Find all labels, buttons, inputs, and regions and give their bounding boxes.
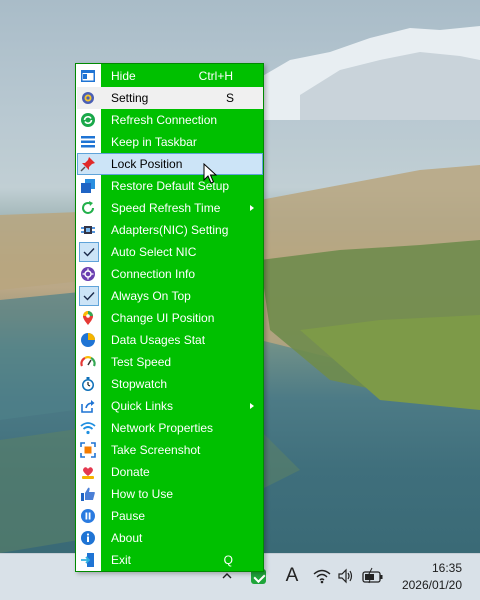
menu-item-label: Speed Refresh Time <box>111 201 221 215</box>
menu-item-label: Always On Top <box>111 289 191 303</box>
menu-item-about[interactable]: About <box>76 527 263 549</box>
menu-item-label: Data Usages Stat <box>111 333 206 347</box>
menu-item-label: Adapters(NIC) Setting <box>111 223 229 237</box>
window-icon <box>81 70 95 82</box>
network-adapter-icon <box>81 226 95 234</box>
info-icon <box>81 531 95 545</box>
menu-item-quick-links[interactable]: Quick Links <box>76 395 263 417</box>
context-menu: Hide Ctrl+H Setting S Refresh Connection… <box>75 63 264 572</box>
check-icon <box>79 242 99 262</box>
menu-item-take-screenshot[interactable]: Take Screenshot <box>76 439 263 461</box>
menu-item-label: Test Speed <box>111 355 172 369</box>
system-clock[interactable]: 16:35 2026/01/20 <box>402 560 462 594</box>
mouse-cursor-icon <box>203 163 217 184</box>
menu-item-test-speed[interactable]: Test Speed <box>76 351 263 373</box>
check-icon <box>79 286 99 306</box>
menu-item-adapters-nic-setting[interactable]: Adapters(NIC) Setting <box>76 219 263 241</box>
menu-item-label: Hide <box>111 69 136 83</box>
wifi-icon <box>80 422 96 435</box>
menu-item-label: Network Properties <box>111 421 214 435</box>
menu-item-connection-info[interactable]: Connection Info <box>76 263 263 285</box>
menu-item-setting[interactable]: Setting S <box>77 87 263 109</box>
menu-item-shortcut: S <box>225 91 234 105</box>
volume-icon[interactable] <box>337 568 355 584</box>
menu-item-exit[interactable]: Exit Q <box>76 549 263 571</box>
submenu-arrow-icon <box>250 205 254 211</box>
clock-time: 16:35 <box>431 561 462 575</box>
clock-date: 2026/01/20 <box>401 578 462 592</box>
battery-icon[interactable] <box>361 567 385 585</box>
donate-heart-icon <box>82 467 94 479</box>
exit-icon <box>81 553 94 567</box>
menu-item-label: Exit <box>111 553 132 567</box>
thumbs-up-icon <box>81 487 95 501</box>
menu-item-label: Lock Position <box>111 157 183 171</box>
menu-item-label: Keep in Taskbar <box>111 135 197 149</box>
screenshot-icon <box>80 442 96 458</box>
wifi-icon[interactable] <box>313 568 331 584</box>
connection-info-icon <box>81 267 95 281</box>
ime-indicator[interactable]: A <box>282 564 302 588</box>
menu-item-label: Connection Info <box>111 267 196 281</box>
menu-item-how-to-use[interactable]: How to Use <box>76 483 263 505</box>
menu-item-network-properties[interactable]: Network Properties <box>76 417 263 439</box>
menu-item-refresh-connection[interactable]: Refresh Connection <box>76 109 263 131</box>
refresh-icon <box>81 113 95 127</box>
menu-item-label: Refresh Connection <box>111 113 218 127</box>
location-icon <box>83 311 93 325</box>
menu-item-label: Auto Select NIC <box>111 245 197 259</box>
stopwatch-icon <box>82 377 94 391</box>
menu-item-auto-select-nic[interactable]: Auto Select NIC <box>76 241 263 263</box>
menu-item-speed-refresh-time[interactable]: Speed Refresh Time <box>76 197 263 219</box>
menu-item-always-on-top[interactable]: Always On Top <box>76 285 263 307</box>
menu-item-label: Take Screenshot <box>111 443 201 457</box>
share-icon <box>81 400 95 413</box>
pie-chart-icon <box>81 333 95 347</box>
pin-icon <box>80 157 95 172</box>
menu-item-shortcut: Ctrl+H <box>198 69 233 83</box>
menu-item-change-ui-position[interactable]: Change UI Position <box>76 307 263 329</box>
menu-item-label: Donate <box>111 465 150 479</box>
menu-item-data-usages-stat[interactable]: Data Usages Stat <box>76 329 263 351</box>
speedometer-icon <box>80 356 96 367</box>
menu-item-label: About <box>111 531 143 545</box>
menu-item-label: How to Use <box>111 487 174 501</box>
menu-item-restore-default-setup[interactable]: Restore Default Setup <box>76 175 263 197</box>
menu-item-hide[interactable]: Hide Ctrl+H <box>76 65 263 87</box>
menu-item-label: Pause <box>111 509 146 523</box>
menu-item-stopwatch[interactable]: Stopwatch <box>76 373 263 395</box>
timer-refresh-icon <box>82 201 94 214</box>
menu-item-donate[interactable]: Donate <box>76 461 263 483</box>
menu-item-label: Quick Links <box>111 399 174 413</box>
gear-icon <box>82 92 94 104</box>
restore-icon <box>81 179 95 193</box>
submenu-arrow-icon <box>250 403 254 409</box>
menu-item-label: Stopwatch <box>111 377 168 391</box>
pause-icon <box>81 509 95 523</box>
menu-item-keep-in-taskbar[interactable]: Keep in Taskbar <box>76 131 263 153</box>
menu-item-label: Setting <box>111 91 149 105</box>
menu-item-pause[interactable]: Pause <box>76 505 263 527</box>
menu-item-shortcut: Q <box>223 553 233 567</box>
taskbar-icon <box>81 136 95 148</box>
menu-item-lock-position[interactable]: Lock Position <box>77 153 263 175</box>
menu-item-label: Change UI Position <box>111 311 215 325</box>
